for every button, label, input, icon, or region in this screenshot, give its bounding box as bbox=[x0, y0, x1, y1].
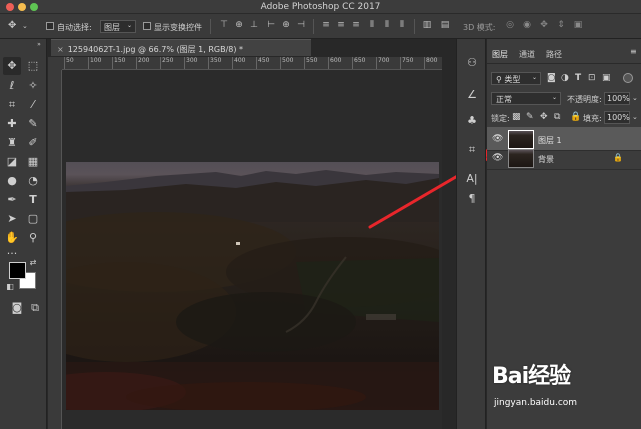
lock-all-icon[interactable]: 🔒 bbox=[570, 112, 581, 122]
lock-image-pixels-icon[interactable]: ✎ bbox=[526, 112, 534, 122]
layer-filter-select[interactable]: ⚲ 类型 ⌄ bbox=[491, 72, 541, 85]
filter-smart-object-icon[interactable]: ▣ bbox=[602, 73, 611, 83]
history-brush-panel-icon[interactable]: ∠ bbox=[464, 87, 480, 103]
watermark-url: jingyan.baidu.com bbox=[494, 398, 578, 408]
crop-panel-icon[interactable]: ⌗ bbox=[464, 142, 480, 158]
lock-label: 锁定: bbox=[491, 114, 510, 123]
swatches-panel-icon[interactable]: ♣ bbox=[464, 113, 480, 129]
chevron-down-icon: ⌄ bbox=[531, 74, 537, 81]
baidu-jingyan-watermark: Bai经验 jingyan.baidu.com bbox=[492, 358, 637, 418]
layer-filter-value: 类型 bbox=[504, 75, 521, 84]
fill-label: 填充: bbox=[583, 114, 602, 123]
fill-input[interactable]: 100% bbox=[604, 111, 630, 124]
lock-transparent-pixels-icon[interactable]: ▩ bbox=[512, 112, 521, 122]
filter-type-icon[interactable]: T bbox=[575, 73, 581, 83]
tab-layers[interactable]: 图层 bbox=[492, 49, 508, 60]
lock-artboard-icon[interactable]: ⧉ bbox=[554, 112, 560, 122]
layer-name[interactable]: 背景 bbox=[538, 154, 554, 165]
opacity-label: 不透明度: bbox=[567, 95, 602, 104]
foreground-color-swatch[interactable] bbox=[9, 262, 26, 279]
chevron-down-icon[interactable]: ⌄ bbox=[632, 113, 638, 121]
layer-row[interactable]: 👁 背景 🔒 bbox=[487, 146, 641, 170]
paragraph-panel-icon[interactable]: ¶ bbox=[464, 191, 480, 207]
opacity-input[interactable]: 100% bbox=[604, 92, 630, 105]
filter-pixel-icon[interactable]: ◙ bbox=[547, 73, 556, 83]
lock-icon: 🔒 bbox=[613, 153, 623, 162]
eye-icon[interactable]: 👁 bbox=[492, 153, 503, 163]
layer-name[interactable]: 图层 1 bbox=[538, 135, 562, 146]
chevron-down-icon: ⌄ bbox=[551, 94, 557, 101]
layer-thumbnail[interactable] bbox=[508, 149, 534, 168]
eye-icon[interactable]: 👁 bbox=[492, 134, 503, 144]
tab-channels[interactable]: 通道 bbox=[519, 49, 535, 60]
filter-adjustment-icon[interactable]: ◑ bbox=[561, 73, 569, 83]
character-panel-icon[interactable]: A| bbox=[464, 171, 480, 187]
watermark-logo: Bai经验 bbox=[492, 364, 571, 389]
properties-panel-icon[interactable]: ⚇ bbox=[464, 55, 480, 71]
panel-menu-icon[interactable]: ≡ bbox=[630, 47, 637, 56]
panel-icon-strip: ⚇ ∠ ♣ ⌗ A| ¶ bbox=[456, 39, 486, 429]
tab-paths[interactable]: 路径 bbox=[546, 49, 562, 60]
search-icon: ⚲ bbox=[496, 75, 502, 84]
blend-mode-select[interactable]: 正常 ⌄ bbox=[491, 92, 561, 105]
blend-mode-value: 正常 bbox=[496, 95, 512, 104]
panel-tabs: 图层 通道 路径 ≡ bbox=[487, 47, 641, 64]
filter-shape-icon[interactable]: ⊡ bbox=[588, 73, 596, 83]
lock-position-icon[interactable]: ✥ bbox=[540, 112, 548, 122]
filter-toggle-icon[interactable] bbox=[623, 73, 633, 83]
chevron-down-icon[interactable]: ⌄ bbox=[632, 94, 638, 102]
